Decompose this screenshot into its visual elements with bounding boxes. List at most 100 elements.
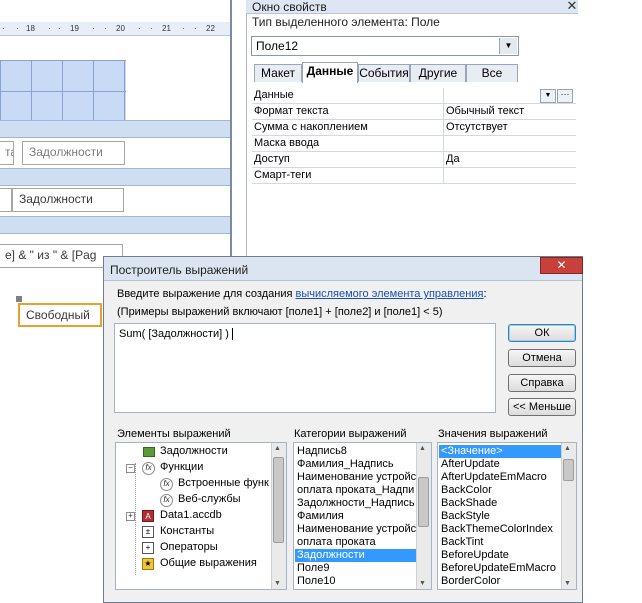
list-item[interactable]: Наименование устройс [295, 471, 417, 484]
list-item[interactable]: BeforeUpdate [439, 549, 562, 562]
property-value[interactable]: Отсутствует [446, 121, 508, 133]
scroll-down-icon[interactable]: ▼ [419, 580, 426, 587]
list-item[interactable]: Поле10 [295, 575, 417, 588]
expand-icon[interactable]: + [126, 512, 135, 521]
tree-item-constants[interactable]: ± Константы [116, 524, 272, 540]
scroll-up-icon[interactable]: ▲ [274, 445, 281, 452]
label-partial[interactable]: та [0, 141, 14, 165]
section-band[interactable] [0, 216, 232, 234]
field-partial[interactable] [0, 188, 12, 212]
collapse-icon[interactable]: − [126, 464, 135, 473]
ok-button[interactable]: ОК [508, 324, 576, 342]
help-button[interactable]: Справка [508, 374, 576, 392]
list-item-selected[interactable]: <Значение> [439, 445, 562, 459]
tree-item-functions[interactable]: − fx Функции [116, 460, 272, 476]
expression-input[interactable]: Sum( [Задолжности] )​ [114, 323, 496, 413]
tree-line [135, 463, 136, 575]
section-band[interactable] [0, 168, 232, 186]
blank-area [0, 330, 102, 603]
close-icon[interactable]: ✕ [540, 257, 583, 274]
property-name: Формат текста [254, 105, 329, 117]
list-item[interactable]: AfterUpdateEmMacro [439, 471, 562, 484]
property-row[interactable]: Формат текста Обычный текст [252, 104, 576, 120]
list-item[interactable]: BackShade [439, 497, 562, 510]
list-item[interactable]: BackTint [439, 536, 562, 549]
list-item[interactable]: BackColor [439, 484, 562, 497]
tab-layout[interactable]: Макет [254, 64, 302, 82]
property-row[interactable]: Сумма с накоплением Отсутствует [252, 120, 576, 136]
property-name: Данные [254, 89, 294, 101]
tree-item-operators[interactable]: + Операторы [116, 540, 272, 556]
list-item[interactable]: Задолжности_Надпись [295, 497, 417, 510]
build-button[interactable]: ··· [557, 89, 573, 103]
close-icon[interactable]: ✕ [565, 0, 579, 14]
list-item[interactable]: AfterUpdate [439, 458, 562, 471]
tab-data[interactable]: Данные [302, 62, 358, 83]
less-button[interactable]: << Меньше [508, 398, 576, 416]
values-list[interactable]: <Значение> AfterUpdate AfterUpdateEmMacr… [437, 442, 577, 590]
tree-item-zadolzhnosti[interactable]: Задолжности [116, 444, 272, 460]
property-name: Доступ [254, 153, 290, 165]
scroll-down-icon[interactable]: ▼ [274, 580, 281, 587]
tree-item-label: Функции [160, 461, 204, 473]
list-item[interactable]: BackStyle [439, 510, 562, 523]
elements-tree[interactable]: Задолжности − fx Функции fx Встроенные функ… [115, 442, 287, 590]
property-row[interactable]: Данные ▼ ··· [252, 88, 576, 104]
tab-events[interactable]: События [358, 64, 410, 82]
list-item[interactable]: BackThemeColorIndex [439, 523, 562, 536]
tree-item-common-expressions[interactable]: ★ Общие выражения [116, 556, 272, 572]
elements-scrollbar[interactable]: ▲ ▼ [271, 443, 286, 589]
list-item[interactable]: оплата проката_Надпи [295, 484, 417, 497]
tree-item-database[interactable]: + A Data1.accdb [116, 508, 272, 524]
property-name: Маска ввода [254, 137, 320, 149]
field-debt[interactable]: Задолжности [12, 188, 124, 212]
calculated-control-link[interactable]: вычисляемого элемента управления [295, 288, 483, 300]
property-row[interactable]: Смарт-теги [252, 168, 576, 184]
cancel-button[interactable]: Отмена [508, 349, 576, 367]
tree-item-label: Константы [160, 525, 215, 537]
property-value[interactable]: Обычный текст [446, 105, 524, 117]
list-item[interactable]: Поле9 [295, 562, 417, 575]
table-icon [143, 447, 155, 457]
categories-scrollbar[interactable]: ▲ ▼ [416, 443, 431, 589]
list-item[interactable]: Наименование устройс [295, 523, 417, 536]
scroll-thumb[interactable] [563, 459, 574, 481]
categories-header: Категории выражений [294, 428, 407, 440]
example-text: (Примеры выражений включают [поле1] + [п… [117, 306, 443, 318]
chevron-down-icon[interactable]: ▼ [499, 38, 517, 54]
expression-text: Sum( [Задолжности] ) [119, 328, 229, 340]
list-item-selected[interactable]: Задолжности [295, 549, 417, 562]
tab-other[interactable]: Другие [410, 64, 466, 82]
scroll-down-icon[interactable]: ▼ [564, 580, 571, 587]
scroll-thumb[interactable] [418, 477, 429, 527]
design-grid [0, 60, 126, 122]
tab-all[interactable]: Все [466, 64, 518, 82]
values-scrollbar[interactable]: ▲ ▼ [561, 443, 576, 589]
list-item[interactable]: BeforeUpdateEmMacro [439, 562, 562, 575]
free-field-selected[interactable]: Свободный [18, 303, 102, 327]
list-item[interactable]: Фамилия [295, 510, 417, 523]
ruler-mark: 18 [26, 24, 35, 33]
label-debt[interactable]: Задолжности [22, 141, 125, 165]
tree-item-label: Data1.accdb [160, 509, 222, 521]
property-value[interactable]: Да [446, 153, 460, 165]
property-row[interactable]: Маска ввода [252, 136, 576, 152]
categories-list[interactable]: Надпись8 Фамилия_Надпись Наименование ус… [293, 442, 432, 590]
selection-type-label: Тип выделенного элемента: Поле [252, 15, 440, 29]
list-item[interactable]: Надпись8 [295, 445, 417, 458]
scroll-up-icon[interactable]: ▲ [419, 445, 426, 452]
list-item[interactable]: BorderColor [439, 575, 562, 588]
tree-item-builtin-functions[interactable]: fx Встроенные функ [116, 476, 272, 492]
chevron-down-icon[interactable]: ▼ [540, 89, 556, 103]
property-row[interactable]: Доступ Да [252, 152, 576, 168]
scroll-thumb[interactable] [273, 457, 284, 543]
list-item[interactable]: оплата проката [295, 536, 417, 549]
tree-item-web-services[interactable]: fx Веб-службы [116, 492, 272, 508]
instruction-prefix: Введите выражение для создания [117, 288, 296, 300]
section-band[interactable] [0, 120, 232, 138]
object-selector[interactable]: Поле12 [251, 36, 519, 56]
resize-handle[interactable] [16, 296, 22, 302]
list-item[interactable]: Фамилия_Надпись [295, 458, 417, 471]
tree-item-label: Задолжности [160, 445, 228, 457]
scroll-up-icon[interactable]: ▲ [564, 445, 571, 452]
